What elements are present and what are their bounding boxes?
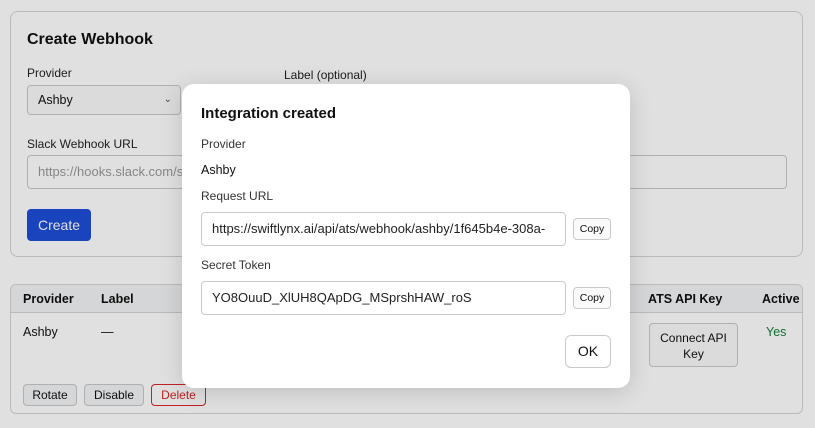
- copy-request-url-button[interactable]: Copy: [573, 218, 611, 240]
- dialog-provider-label: Provider: [201, 137, 246, 151]
- copy-secret-token-button[interactable]: Copy: [573, 287, 611, 309]
- dialog-provider-value: Ashby: [201, 163, 236, 177]
- secret-token-field[interactable]: YO8OuuD_XlUH8QApDG_MSprshHAW_roS: [201, 281, 566, 315]
- ok-button[interactable]: OK: [565, 335, 611, 368]
- integration-created-dialog: Integration created Provider Ashby Reque…: [182, 84, 630, 388]
- request-url-label: Request URL: [201, 189, 274, 203]
- request-url-field[interactable]: https://swiftlynx.ai/api/ats/webhook/ash…: [201, 212, 566, 246]
- dialog-title: Integration created: [201, 105, 337, 122]
- secret-token-label: Secret Token: [201, 258, 271, 272]
